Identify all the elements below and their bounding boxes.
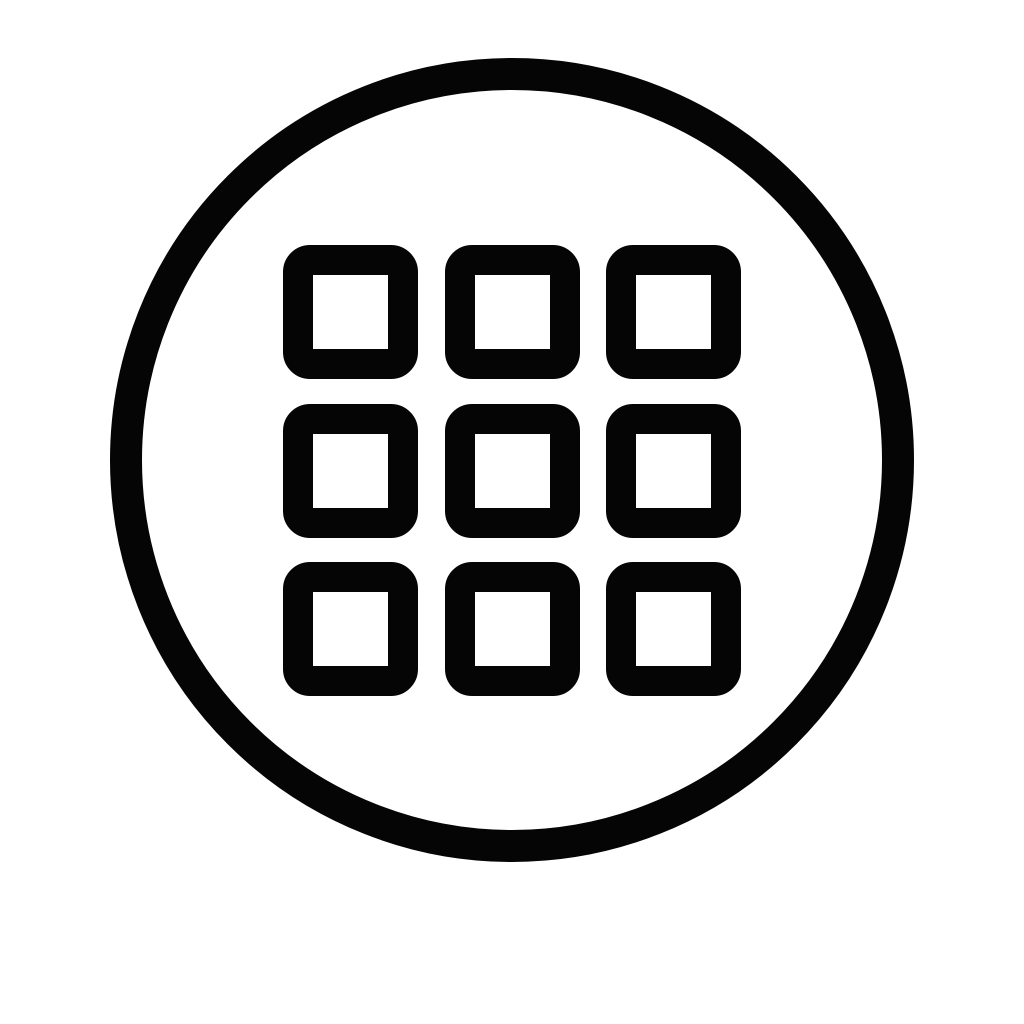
grid-square-r2-c3 — [606, 404, 741, 538]
grid-square-r3-c2 — [445, 562, 580, 696]
grid-square-r2-c2 — [445, 404, 580, 538]
grid-square-r2-c1 — [283, 404, 418, 538]
grid-square-r1-c3 — [606, 245, 741, 379]
grid-square-r3-c1 — [283, 562, 418, 696]
outer-circle — [110, 58, 914, 862]
grid-square-r3-c3 — [606, 562, 741, 696]
grid-squares — [283, 245, 741, 696]
grid-square-r1-c2 — [445, 245, 580, 379]
grid-square-r1-c1 — [283, 245, 418, 379]
app-grid-in-circle-icon — [110, 58, 914, 862]
icon-canvas — [0, 0, 1024, 1024]
